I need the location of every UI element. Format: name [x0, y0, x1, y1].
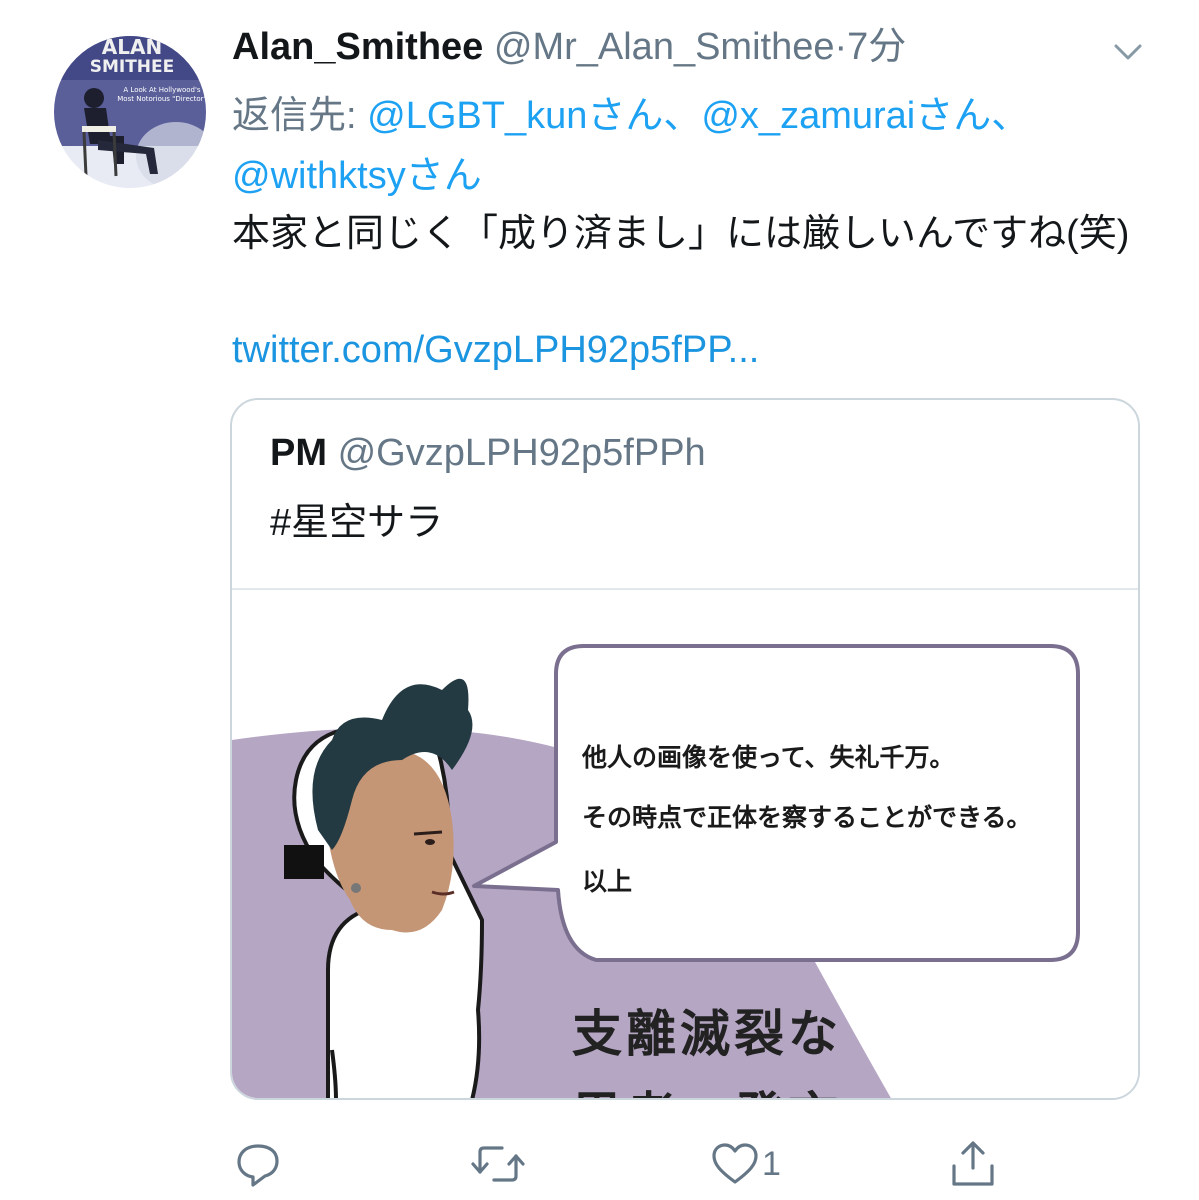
mention-link[interactable]: @withktsyさん: [232, 155, 482, 197]
quoted-display-name: PM: [270, 432, 327, 474]
quoted-image[interactable]: 他人の画像を使って、失礼千万。 その時点で正体を察することができる。 以上 支離…: [232, 590, 1138, 1098]
chevron-down-icon[interactable]: [1110, 34, 1146, 70]
tweet-link[interactable]: twitter.com/GvzpLPH92p5fPP...: [232, 322, 759, 378]
reply-prefix: 返信先:: [232, 95, 368, 137]
display-name[interactable]: Alan_Smithee: [232, 26, 483, 68]
avatar-title-line1: ALAN: [102, 36, 162, 59]
separator-dot: ·: [834, 26, 848, 68]
share-icon[interactable]: [948, 1138, 998, 1190]
retweet-icon[interactable]: [470, 1138, 526, 1190]
like-count: 1: [762, 1145, 781, 1183]
big-caption: 支離滅裂な: [572, 1005, 842, 1063]
avatar[interactable]: ALAN SMITHEE A Look At Hollywood's Most …: [54, 36, 206, 188]
mention-link[interactable]: @LGBT_kunさん、: [367, 95, 701, 137]
quoted-tweet[interactable]: PM @GvzpLPH92p5fPPh #星空サラ 他人の画像を使って、失礼千万…: [230, 398, 1140, 1100]
avatar-tagline-line1: A Look At Hollywood's: [123, 86, 201, 94]
avatar-title-line2: SMITHEE: [90, 57, 175, 77]
quoted-text: #星空サラ: [270, 502, 444, 544]
tweet-header: Alan_Smithee @Mr_Alan_Smithee·7分: [232, 24, 906, 70]
bubble-line: 以上: [582, 867, 633, 896]
bubble-line: その時点で正体を察することができる。: [582, 803, 1032, 832]
avatar-tagline-line2: Most Notorious "Director": [117, 95, 206, 103]
heart-icon[interactable]: [710, 1138, 760, 1190]
timestamp[interactable]: 7分: [847, 26, 906, 68]
quoted-tweet-header: PM @GvzpLPH92p5fPPh: [270, 430, 706, 476]
redaction-box: [284, 845, 324, 879]
reply-icon[interactable]: [234, 1138, 282, 1190]
big-caption: 思考・発言: [572, 1076, 842, 1098]
user-handle[interactable]: @Mr_Alan_Smithee: [494, 26, 835, 68]
replying-to: 返信先: @LGBT_kunさん、@x_zamuraiさん、 @withktsy…: [232, 86, 1152, 206]
mention-link[interactable]: @x_zamuraiさん、: [701, 95, 1029, 137]
tweet-text: 本家と同じく「成り済まし」には厳しいんですね(笑): [232, 213, 1130, 255]
bubble-line: 他人の画像を使って、失礼千万。: [582, 743, 955, 772]
quoted-handle: @GvzpLPH92p5fPPh: [337, 432, 706, 474]
